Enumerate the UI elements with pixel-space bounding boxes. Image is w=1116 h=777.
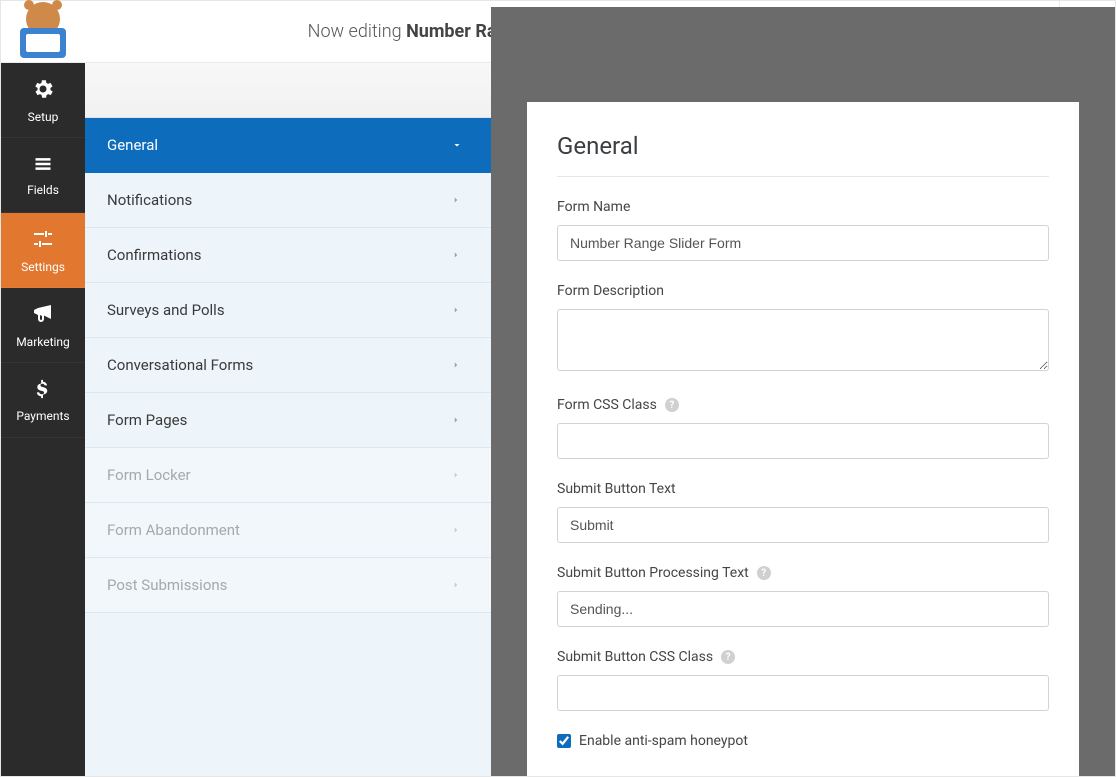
settings-list: General Notifications Confirmations Surv… — [85, 118, 491, 613]
field-form-css-class: Form CSS Class ? — [557, 397, 1049, 459]
settings-item-conversational[interactable]: Conversational Forms — [85, 338, 491, 393]
nav-setup[interactable]: Setup — [1, 63, 85, 138]
app-logo — [1, 1, 85, 63]
settings-item-label: Surveys and Polls — [107, 301, 225, 319]
help-icon[interactable]: ? — [757, 566, 771, 580]
subpanel-header: Settings — [85, 63, 491, 118]
gear-icon — [31, 77, 55, 104]
nav-settings[interactable]: Settings — [1, 213, 85, 288]
left-nav: Setup Fields Settings Marketing Payments — [1, 63, 85, 776]
nav-fields[interactable]: Fields — [1, 138, 85, 213]
submit-css-class-input[interactable] — [557, 675, 1049, 711]
help-icon[interactable]: ? — [665, 398, 679, 412]
submit-processing-input[interactable] — [557, 591, 1049, 627]
nav-label: Setup — [28, 110, 59, 124]
field-label: Form Description — [557, 283, 1049, 299]
settings-item-label: Post Submissions — [107, 576, 227, 594]
settings-item-form-abandonment[interactable]: Form Abandonment — [85, 503, 491, 558]
help-icon[interactable]: ? — [721, 650, 735, 664]
field-form-description: Form Description — [557, 283, 1049, 375]
bullhorn-icon — [31, 302, 55, 329]
chevron-right-icon — [451, 525, 465, 535]
settings-item-form-pages[interactable]: Form Pages — [85, 393, 491, 448]
chevron-down-icon — [451, 139, 465, 151]
field-submit-processing: Submit Button Processing Text ? — [557, 565, 1049, 627]
chevron-right-icon — [451, 580, 465, 590]
nav-label: Fields — [27, 183, 59, 197]
settings-item-general[interactable]: General — [85, 118, 491, 173]
nav-payments[interactable]: Payments — [1, 363, 85, 438]
honeypot-label: Enable anti-spam honeypot — [579, 733, 748, 749]
settings-item-label: Notifications — [107, 191, 192, 209]
settings-subpanel: Settings General Notifications Confirmat… — [85, 63, 491, 776]
field-honeypot: Enable anti-spam honeypot — [557, 733, 1049, 749]
settings-item-label: Confirmations — [107, 246, 201, 264]
field-submit-css-class: Submit Button CSS Class ? — [557, 649, 1049, 711]
nav-marketing[interactable]: Marketing — [1, 288, 85, 363]
sliders-icon — [31, 227, 55, 254]
settings-item-label: Form Abandonment — [107, 521, 240, 539]
main-layout: Setup Fields Settings Marketing Payments — [1, 63, 1115, 776]
preview-area: General Form Name Form Description Form … — [491, 7, 1115, 776]
field-label: Submit Button Processing Text — [557, 565, 749, 581]
settings-item-form-locker[interactable]: Form Locker — [85, 448, 491, 503]
nav-label: Settings — [21, 260, 65, 274]
field-form-name: Form Name — [557, 199, 1049, 261]
nav-label: Marketing — [16, 335, 70, 349]
settings-item-confirmations[interactable]: Confirmations — [85, 228, 491, 283]
field-submit-text: Submit Button Text — [557, 481, 1049, 543]
settings-item-label: Form Pages — [107, 411, 187, 429]
content-heading: General — [557, 132, 1049, 177]
list-icon — [31, 154, 55, 177]
form-name-input[interactable] — [557, 225, 1049, 261]
form-description-input[interactable] — [557, 309, 1049, 371]
settings-item-surveys[interactable]: Surveys and Polls — [85, 283, 491, 338]
chevron-right-icon — [451, 195, 465, 205]
field-label: Form Name — [557, 199, 1049, 215]
chevron-right-icon — [451, 250, 465, 260]
chevron-right-icon — [451, 470, 465, 480]
dollar-icon — [32, 378, 54, 403]
settings-item-notifications[interactable]: Notifications — [85, 173, 491, 228]
settings-general-card: General Form Name Form Description Form … — [527, 102, 1079, 776]
editing-prefix: Now editing — [308, 21, 402, 42]
form-css-class-input[interactable] — [557, 423, 1049, 459]
submit-text-input[interactable] — [557, 507, 1049, 543]
field-label: Form CSS Class — [557, 397, 657, 413]
wpforms-logo-icon — [12, 6, 74, 58]
settings-item-label: Conversational Forms — [107, 356, 253, 374]
chevron-right-icon — [451, 360, 465, 370]
chevron-right-icon — [451, 415, 465, 425]
settings-item-label: General — [107, 136, 158, 154]
chevron-right-icon — [451, 305, 465, 315]
field-label: Submit Button Text — [557, 481, 1049, 497]
settings-item-label: Form Locker — [107, 466, 191, 484]
honeypot-checkbox[interactable] — [557, 734, 571, 748]
field-label: Submit Button CSS Class — [557, 649, 713, 665]
settings-item-post-submissions[interactable]: Post Submissions — [85, 558, 491, 613]
nav-label: Payments — [16, 409, 69, 423]
